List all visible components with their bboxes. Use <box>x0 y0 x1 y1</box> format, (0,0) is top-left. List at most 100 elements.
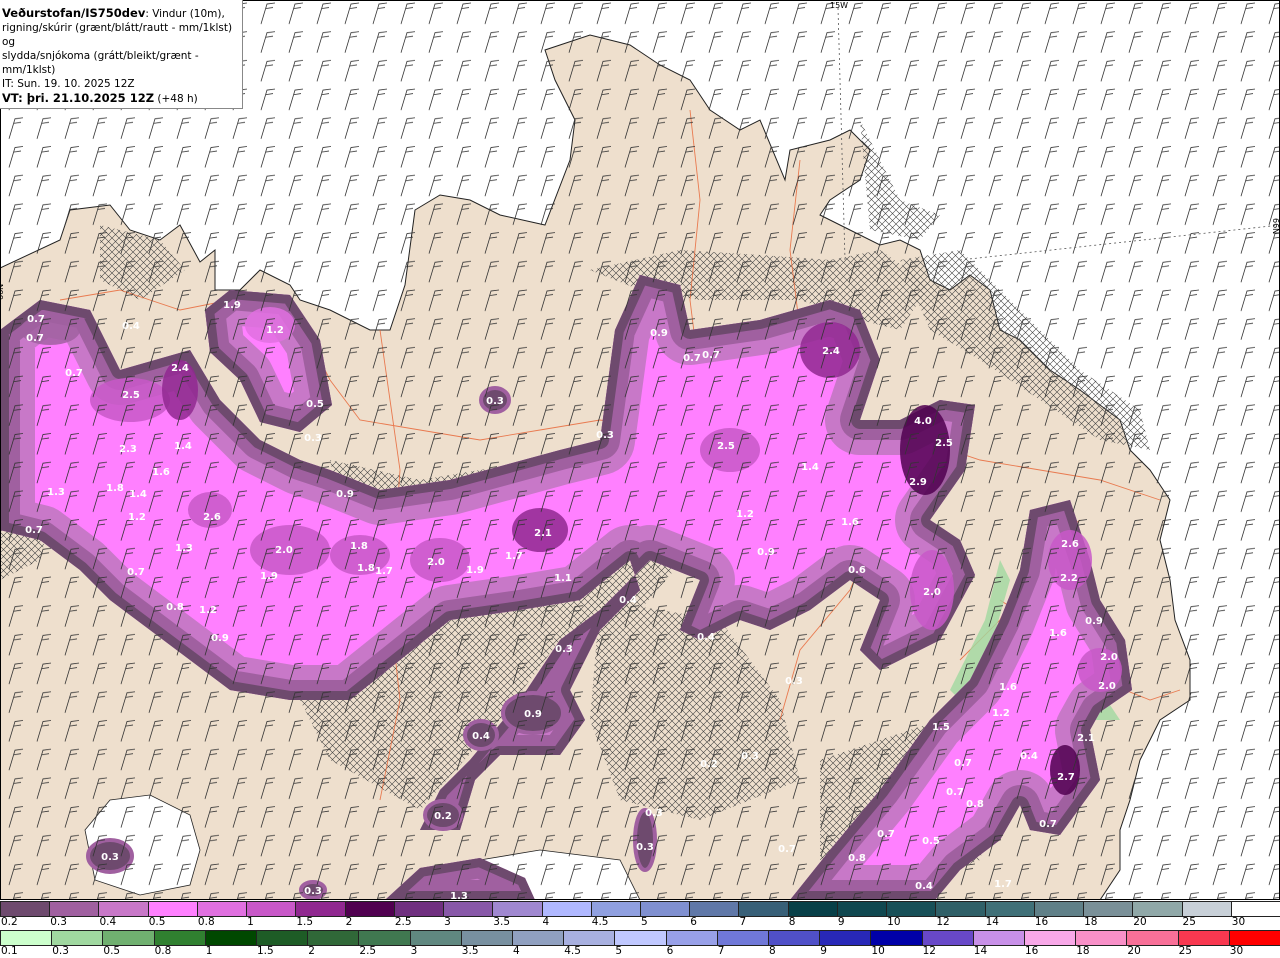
precip-value-label: 0.5 <box>306 399 324 410</box>
precip-value-label: 1.2 <box>266 325 284 336</box>
precip-value-label: 0.3 <box>645 808 663 819</box>
precip-value-label: 0.9 <box>1085 616 1103 627</box>
legend-swatch <box>393 901 445 917</box>
legend-swatch <box>147 901 198 917</box>
precip-value-label: 1.3 <box>450 891 468 900</box>
legend-tick-label: 0.8 <box>154 945 172 957</box>
precip-value-label: 0.4 <box>1020 751 1038 762</box>
rain-color-legend: 0.1 0.3 0.5 0.8 1 1.5 2 2.5 3 3.5 4 4.5 5 6 7 8 9 10 12 14 1… <box>0 929 1280 958</box>
legend-swatch <box>256 930 309 946</box>
legend-tick-label: 0.4 <box>99 916 117 928</box>
legend-tick-label: 2 <box>308 945 315 957</box>
legend-swatch <box>819 930 872 946</box>
legend-tick-label: 1.5 <box>257 945 274 957</box>
legend-tick-label: 12 <box>936 916 950 928</box>
legend-tick-label: 10 <box>871 945 885 957</box>
legend-swatch <box>640 901 691 917</box>
legend-swatch <box>246 901 297 917</box>
legend-swatch <box>716 930 769 946</box>
legend-swatch <box>358 930 411 946</box>
legend-swatch <box>102 930 155 946</box>
description-line: rigning/skúrir (grænt/blátt/rautt - mm/1… <box>2 22 233 48</box>
legend-swatch <box>295 901 346 917</box>
precip-value-label: 2.4 <box>822 346 840 357</box>
precip-value-label: 2.2 <box>1060 573 1078 584</box>
precip-value-label: 2.5 <box>935 438 953 449</box>
precip-value-label: 0.4 <box>122 321 140 332</box>
precip-value-label: 0.4 <box>472 731 490 742</box>
legend-tick-label: 2 <box>345 916 353 928</box>
legend-tick-label: 8 <box>769 945 776 957</box>
legend-tick-label: 1 <box>205 945 213 957</box>
precip-value-label: 0.7 <box>27 314 45 325</box>
precip-value-label: 1.2 <box>128 512 146 523</box>
precip-value-label: 0.3 <box>596 430 614 441</box>
legend-swatch <box>0 901 51 917</box>
legend-tick-label: 16 <box>1034 916 1049 928</box>
precip-value-label: 0.7 <box>778 844 796 855</box>
legend-tick-label: 2.5 <box>359 945 377 957</box>
legend-tick-label: 30 <box>1231 916 1246 928</box>
legend-swatch <box>512 930 565 946</box>
legend-swatch <box>153 930 206 946</box>
legend-tick-label: 5 <box>615 945 623 957</box>
precip-value-label: 0.2 <box>434 811 452 822</box>
legend-swatch <box>689 901 740 917</box>
precip-value-label: 0.3 <box>636 842 654 853</box>
precip-value-label: 2.0 <box>427 557 445 568</box>
legend-tick-label: 5 <box>641 916 648 928</box>
legend-tick-label: 1 <box>247 916 254 928</box>
legend-swatch <box>344 901 395 917</box>
legend-tick-label: 0.3 <box>50 916 67 928</box>
precip-value-label: 0.6 <box>848 565 866 576</box>
precip-value-label: 1.6 <box>841 517 859 528</box>
legend-tick-label: 3 <box>444 916 451 928</box>
legend-swatch <box>921 930 974 946</box>
legend-swatch <box>984 901 1035 917</box>
legend-tick-label: 2.5 <box>394 916 412 928</box>
legend-tick-label: 14 <box>985 916 999 928</box>
legend-swatch <box>665 930 718 946</box>
legend-swatch <box>409 930 462 946</box>
precip-value-label: 2.1 <box>1077 733 1095 744</box>
precip-value-label: 2.0 <box>1100 652 1118 663</box>
legend-tick-label: 30 <box>1229 945 1244 957</box>
legend-tick-label: 25 <box>1178 945 1192 957</box>
precip-value-label: 0.9 <box>211 633 229 644</box>
precip-value-label: 2.6 <box>203 512 221 523</box>
precip-value-label: 1.4 <box>174 441 192 452</box>
precip-value-label: 1.8 <box>357 563 375 574</box>
legend-swatch <box>870 930 923 946</box>
precip-value-label: 0.4 <box>619 595 637 606</box>
legend-swatch <box>1083 901 1134 917</box>
title-box: Veðurstofan/IS750dev: Vindur (10m), rign… <box>0 0 243 109</box>
longitude-label: 15W <box>830 1 848 10</box>
legend-tick-label: 7 <box>717 945 725 957</box>
legend-swatch <box>935 901 986 917</box>
snow-color-legend: 0.2 0.3 0.4 0.5 0.8 1 1.5 2 2.5 3 3.5 4 4.5 5 6 7 8 9 10 12… <box>0 900 1280 929</box>
legend-tick-label: 16 <box>1025 945 1039 957</box>
precip-value-label: 0.3 <box>304 433 322 444</box>
legend-tick-label: 6 <box>690 916 697 928</box>
legend-swatch <box>0 930 53 946</box>
legend-swatch <box>738 901 789 917</box>
legend-tick-label: 9 <box>820 945 827 957</box>
precip-value-label: 0.7 <box>65 368 83 379</box>
legend-swatch <box>196 901 248 917</box>
precip-value-label: 1.7 <box>375 566 393 577</box>
initial-time: IT: Sun. 19. 10. 2025 12Z <box>2 78 135 90</box>
valid-time: VT: þri. 21.10.2025 12Z <box>2 91 155 105</box>
legend-swatch <box>1177 930 1230 946</box>
precip-value-label: 1.9 <box>260 571 278 582</box>
precip-value-label: 1.7 <box>505 551 523 562</box>
precip-value-label: 1.1 <box>554 573 572 584</box>
precip-value-label: 2.1 <box>534 528 552 539</box>
precip-value-label: 1.8 <box>106 483 124 494</box>
legend-tick-label: 9 <box>837 916 845 928</box>
precip-value-label: 0.4 <box>915 881 933 892</box>
legend-tick-label: 6 <box>666 945 674 957</box>
legend-tick-label: 25 <box>1182 916 1196 928</box>
precip-value-label: 2.5 <box>717 441 735 452</box>
legend-swatch <box>590 901 641 917</box>
precip-value-label: 1.3 <box>47 487 65 498</box>
